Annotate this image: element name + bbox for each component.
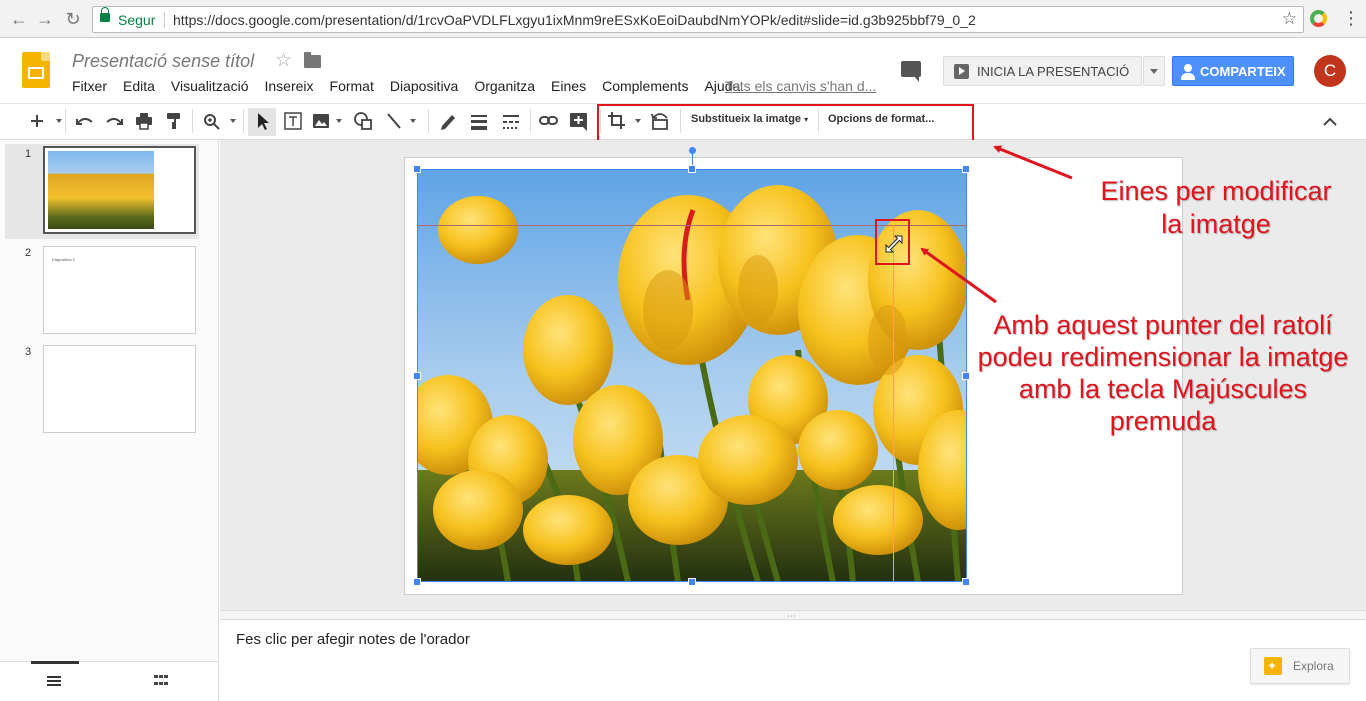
line-dropdown-caret[interactable] bbox=[410, 119, 416, 123]
menu-item-eines[interactable]: Eines bbox=[551, 78, 586, 94]
new-slide-icon[interactable] bbox=[31, 115, 43, 127]
border-color-icon[interactable] bbox=[441, 115, 455, 130]
reload-icon[interactable]: ↻ bbox=[62, 8, 84, 30]
menu-item-format[interactable]: Format bbox=[330, 78, 374, 94]
annotation-line: amb la tecla Majúscules bbox=[1018, 374, 1308, 404]
document-title[interactable]: Presentació sense títol bbox=[72, 51, 254, 72]
toolbar-separator bbox=[428, 109, 429, 133]
border-dash-icon[interactable] bbox=[503, 115, 519, 129]
present-button-label: INICIA LA PRESENTACIÓ bbox=[977, 64, 1130, 79]
menu-item-insereix[interactable]: Insereix bbox=[264, 78, 313, 94]
play-icon bbox=[954, 64, 969, 79]
text-box-icon[interactable] bbox=[284, 112, 302, 130]
resize-handle-bottom-left[interactable] bbox=[413, 578, 421, 586]
url-text[interactable]: https://docs.google.com/presentation/d/1… bbox=[173, 12, 976, 28]
browser-toolbar: ← → ↻ Segur https://docs.google.com/pres… bbox=[0, 0, 1366, 38]
new-slide-dropdown-caret[interactable] bbox=[56, 119, 62, 123]
speaker-notes-placeholder[interactable]: Fes clic per afegir notes de l'orador bbox=[236, 631, 470, 648]
extension-icon[interactable] bbox=[1310, 10, 1327, 27]
annotation-image-tools: Eines per modificar la imatge bbox=[1094, 175, 1338, 241]
annotation-line: Eines per modificar bbox=[1100, 176, 1332, 206]
annotation-line: premuda bbox=[1109, 406, 1217, 436]
browser-menu-icon[interactable]: ⋮ bbox=[1342, 8, 1360, 28]
present-button[interactable]: INICIA LA PRESENTACIÓ bbox=[943, 56, 1142, 86]
explore-button[interactable]: Explora bbox=[1250, 648, 1350, 684]
save-status-link[interactable]: Tots els canvis s'han d... bbox=[725, 78, 876, 94]
share-button[interactable]: COMPARTEIX bbox=[1172, 56, 1294, 86]
shape-icon[interactable] bbox=[354, 112, 372, 130]
explore-label: Explora bbox=[1293, 659, 1334, 673]
menu-item-fitxer[interactable]: Fitxer bbox=[72, 78, 107, 94]
toolbar-separator bbox=[243, 109, 244, 133]
star-icon[interactable]: ☆ bbox=[275, 49, 292, 72]
toolbar-separator bbox=[530, 109, 531, 133]
select-cursor-icon[interactable] bbox=[258, 113, 269, 130]
tulip-thumbnail-image bbox=[48, 151, 154, 229]
resize-handle-bottom-right[interactable] bbox=[962, 578, 970, 586]
present-options-dropdown[interactable] bbox=[1143, 56, 1165, 86]
zoom-dropdown-caret[interactable] bbox=[230, 119, 236, 123]
person-icon bbox=[1181, 64, 1195, 80]
annotation-line: la imatge bbox=[1161, 209, 1271, 239]
add-comment-icon[interactable] bbox=[570, 113, 587, 131]
bookmark-star-icon[interactable]: ☆ bbox=[1282, 9, 1297, 29]
resize-handle-bottom[interactable] bbox=[688, 578, 696, 586]
link-icon[interactable] bbox=[539, 116, 558, 125]
url-separator bbox=[164, 12, 165, 28]
highlight-box-image-tools bbox=[597, 104, 974, 142]
address-bar[interactable]: Segur https://docs.google.com/presentati… bbox=[92, 6, 1304, 33]
annotation-line: Amb aquest punter del ratolí bbox=[993, 310, 1333, 340]
resize-handle-top-left[interactable] bbox=[413, 165, 421, 173]
zoom-icon[interactable] bbox=[204, 114, 220, 130]
comments-icon[interactable] bbox=[901, 61, 921, 82]
slide-number: 1 bbox=[25, 148, 32, 160]
grid-view-icon[interactable] bbox=[154, 675, 168, 687]
resize-handle-top[interactable] bbox=[688, 165, 696, 173]
image-dropdown-caret[interactable] bbox=[336, 119, 342, 123]
paint-format-icon[interactable] bbox=[167, 113, 180, 129]
menu-item-complements[interactable]: Complements bbox=[602, 78, 688, 94]
slide-number: 2 bbox=[25, 247, 32, 259]
border-weight-icon[interactable] bbox=[471, 115, 487, 130]
back-arrow-icon[interactable]: ← bbox=[8, 8, 30, 30]
annotation-resize-cursor: Amb aquest punter del ratolí podeu redim… bbox=[968, 309, 1358, 437]
slide-thumbnail-1[interactable] bbox=[43, 146, 196, 234]
menu-item-edita[interactable]: Edita bbox=[123, 78, 155, 94]
image-icon[interactable] bbox=[313, 114, 329, 128]
menu-item-diapositiva[interactable]: Diapositiva bbox=[390, 78, 458, 94]
secure-label: Segur bbox=[118, 12, 156, 28]
slides-logo-icon[interactable] bbox=[22, 52, 50, 88]
rotation-handle[interactable] bbox=[689, 147, 696, 154]
toolbar-separator bbox=[65, 109, 66, 133]
toolbar-separator bbox=[192, 109, 193, 133]
menu-item-visualització[interactable]: Visualització bbox=[171, 78, 249, 94]
explore-icon bbox=[1264, 657, 1282, 675]
collapse-toolbar-icon[interactable] bbox=[1323, 117, 1337, 126]
annotation-line: podeu redimensionar la imatge bbox=[977, 342, 1349, 372]
avatar[interactable]: C bbox=[1314, 55, 1346, 87]
folder-icon[interactable] bbox=[304, 52, 321, 68]
list-view-icon[interactable] bbox=[47, 676, 61, 686]
highlight-box-cursor bbox=[875, 219, 910, 265]
share-button-label: COMPARTEIX bbox=[1200, 64, 1286, 79]
menu-bar: Fitxer Edita Visualització Insereix Format Di… bbox=[72, 78, 756, 94]
thumbnail-text: Diapositiva 2 bbox=[52, 257, 75, 262]
slide-thumbnail-3[interactable] bbox=[43, 345, 196, 433]
resize-handle-left[interactable] bbox=[413, 372, 421, 380]
lock-icon bbox=[100, 7, 110, 22]
slide-thumbnail-2[interactable]: Diapositiva 2 bbox=[43, 246, 196, 334]
menu-item-organitza[interactable]: Organitza bbox=[474, 78, 535, 94]
line-icon[interactable] bbox=[387, 113, 401, 129]
slide-number: 3 bbox=[25, 346, 32, 358]
resize-handle-top-right[interactable] bbox=[962, 165, 970, 173]
print-icon[interactable] bbox=[136, 113, 152, 130]
forward-arrow-icon[interactable]: → bbox=[34, 8, 56, 30]
